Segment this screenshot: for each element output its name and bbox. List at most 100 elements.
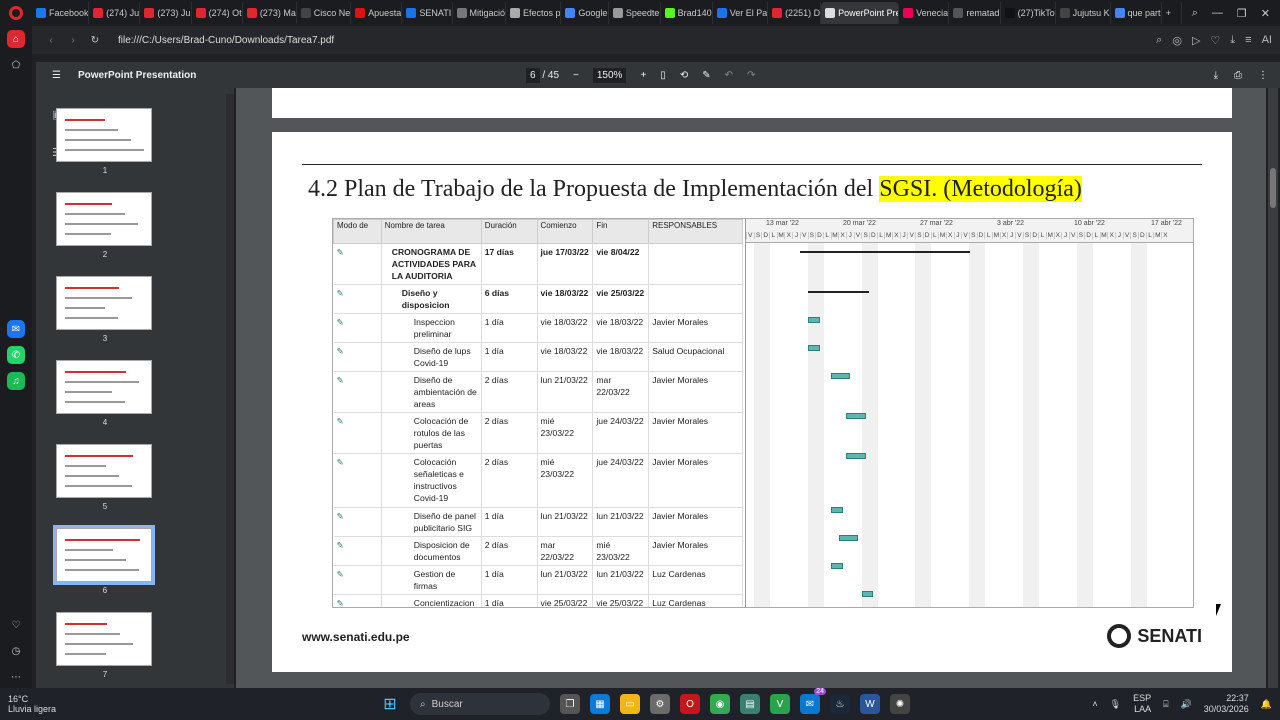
page-input[interactable]: 6	[526, 67, 540, 83]
column-header[interactable]: RESPONSABLES	[648, 219, 743, 244]
cell-start[interactable]: mar 22/03/22	[537, 536, 594, 566]
cell-resp[interactable]: Javier Morales	[648, 507, 743, 537]
cell-end[interactable]: vie 25/03/22	[592, 284, 650, 314]
cell-dur[interactable]: 2 días	[481, 536, 538, 566]
zoom-in-button[interactable]: +	[640, 70, 646, 81]
cell-name[interactable]: Gestion de firmas	[381, 565, 482, 595]
cell-resp[interactable]: Javier Morales	[648, 412, 743, 454]
browser-tab[interactable]: Cisco Ne	[297, 2, 352, 24]
cell-dur[interactable]: 2 días	[481, 453, 538, 508]
page-thumbnail[interactable]: 2	[56, 192, 154, 259]
opera-menu-button[interactable]	[0, 0, 32, 26]
cell-dur[interactable]: 6 días	[481, 284, 538, 314]
gantt-task-bar[interactable]	[846, 453, 866, 459]
print-icon[interactable]: ⎙	[1234, 70, 1242, 81]
gantt-task-bar[interactable]	[807, 317, 820, 323]
browser-tab[interactable]: Google	[561, 2, 609, 24]
browser-tab[interactable]: que part	[1111, 2, 1162, 24]
cell-dur[interactable]: 2 días	[481, 412, 538, 454]
more-icon[interactable]: ⋯	[7, 668, 25, 686]
task-view-icon[interactable]: ❐	[560, 694, 580, 714]
cell-resp[interactable]	[648, 284, 743, 314]
table-row[interactable]: ✎ Diseño de ambientación de areas 2 días lu…	[333, 371, 743, 413]
cell-name[interactable]: CRONOGRAMA DE ACTIVIDADES PARA LA AUDITO…	[381, 243, 482, 285]
zoom-level[interactable]: 150%	[592, 67, 627, 83]
download-pdf-icon[interactable]: ⤓	[1214, 70, 1218, 81]
browser-tab[interactable]: Ver El Pa	[713, 2, 769, 24]
browser-tab[interactable]: (27)TikTo	[1001, 2, 1056, 24]
viewer-scrollbar[interactable]	[1268, 88, 1278, 688]
cell-resp[interactable]: Salud Ocupacional	[648, 342, 743, 372]
maximize-button[interactable]: ❐	[1237, 7, 1247, 20]
cell-end[interactable]: vie 18/03/22	[592, 342, 650, 372]
cell-dur[interactable]: 1 día	[481, 594, 538, 607]
volume-icon[interactable]: 🔊	[1181, 699, 1192, 710]
cell-end[interactable]: vie 18/03/22	[592, 313, 650, 343]
cell-name[interactable]: Concientizacion sobre el uso de	[381, 594, 482, 607]
cell-dur[interactable]: 17 días	[481, 243, 538, 285]
messenger-icon[interactable]: ✉	[7, 320, 25, 338]
table-row[interactable]: ✎ Inspeccion preliminar 1 día vie 18/03/22 v…	[333, 313, 743, 343]
page-thumbnail[interactable]: 4	[56, 360, 154, 427]
cell-name[interactable]: Colocación señaleticas e instructivos Co…	[381, 453, 482, 508]
word-icon[interactable]: W	[860, 694, 880, 714]
column-header[interactable]: Comienzo	[536, 219, 594, 244]
annotate-icon[interactable]: ✎	[702, 70, 710, 81]
pinboard-icon[interactable]: ⬠	[7, 56, 25, 74]
cell-dur[interactable]: 1 día	[481, 565, 538, 595]
page-thumbnail[interactable]: 1	[56, 108, 154, 175]
table-row[interactable]: ✎ Diseño de panel publicitario SIG 1 día lu…	[333, 507, 743, 537]
mic-icon[interactable]: 🎙	[1110, 699, 1121, 710]
back-button[interactable]: ‹	[40, 35, 62, 46]
browser-tab[interactable]: Apuesta	[351, 2, 403, 24]
settings-icon[interactable]: ⚙	[650, 694, 670, 714]
gantt-task-bar[interactable]	[831, 373, 851, 379]
cell-dur[interactable]: 2 días	[481, 371, 538, 413]
cell-resp[interactable]: Javier Morales	[648, 371, 743, 413]
tray-overflow-icon[interactable]: ˄	[1092, 699, 1097, 709]
cell-end[interactable]: lun 21/03/22	[592, 507, 650, 537]
browser-tab[interactable]: PowerPoint Pre	[821, 2, 900, 24]
heart-icon[interactable]: ♡	[1210, 34, 1220, 47]
cell-end[interactable]: lun 21/03/22	[592, 565, 650, 595]
cell-start[interactable]: lun 21/03/22	[537, 565, 594, 595]
start-icon[interactable]: ⊞	[380, 694, 400, 714]
cell-resp[interactable]: Luz Cardenas	[648, 565, 743, 595]
cell-start[interactable]: lun 21/03/22	[537, 507, 594, 537]
forward-button[interactable]: ›	[62, 35, 84, 46]
search-box[interactable]: ⌕ Buscar	[410, 693, 550, 715]
table-row[interactable]: ✎ Colocación señaleticas e instructivos C…	[333, 453, 743, 508]
thumbnail-scrollbar[interactable]	[226, 94, 234, 684]
cell-name[interactable]: Diseño de panel publicitario SIG	[381, 507, 482, 537]
cell-resp[interactable]: Javier Morales	[648, 313, 743, 343]
table-row[interactable]: ✎ CRONOGRAMA DE ACTIVIDADES PARA LA AUDIT…	[333, 243, 743, 285]
gantt-task-bar[interactable]	[831, 563, 843, 569]
cell-dur[interactable]: 1 día	[481, 507, 538, 537]
cell-start[interactable]: mié 23/03/22	[537, 412, 594, 454]
browser-tab[interactable]: Venecia	[899, 2, 950, 24]
cell-end[interactable]: vie 25/03/22	[592, 594, 650, 607]
browser-tab[interactable]: SENATI	[402, 2, 453, 24]
more-options-icon[interactable]: ⋮	[1258, 70, 1268, 81]
browser-tab[interactable]: (273) Ju	[140, 2, 192, 24]
reload-button[interactable]: ↻	[84, 35, 106, 46]
redo-icon[interactable]: ↷	[747, 70, 755, 81]
rotate-icon[interactable]: ⟲	[680, 70, 688, 81]
browser-tab[interactable]: Brad140	[661, 2, 713, 24]
table-row[interactable]: ✎ Colocación de rotulos de las puertas 2 d…	[333, 412, 743, 454]
page-thumbnail[interactable]: 3	[56, 276, 154, 343]
column-header[interactable]: Duración	[480, 219, 538, 244]
menu-icon[interactable]: ☰	[52, 70, 61, 81]
cell-name[interactable]: Diseño y disposicion	[381, 284, 482, 314]
gantt-task-bar[interactable]	[831, 507, 843, 513]
browser-tab[interactable]: rematad	[949, 2, 1001, 24]
opera-taskbar-icon[interactable]: O	[680, 694, 700, 714]
spotify-icon[interactable]: ♫	[7, 372, 25, 390]
gantt-task-bar[interactable]	[838, 535, 859, 541]
cell-resp[interactable]: Javier Morales	[648, 536, 743, 566]
excel-like-icon[interactable]: V	[770, 694, 790, 714]
gantt-task-bar[interactable]	[846, 413, 866, 419]
fit-page-icon[interactable]: ▯	[660, 70, 666, 81]
cell-name[interactable]: Diseño de ambientación de areas	[381, 371, 482, 413]
chrome-icon[interactable]: ◉	[710, 694, 730, 714]
